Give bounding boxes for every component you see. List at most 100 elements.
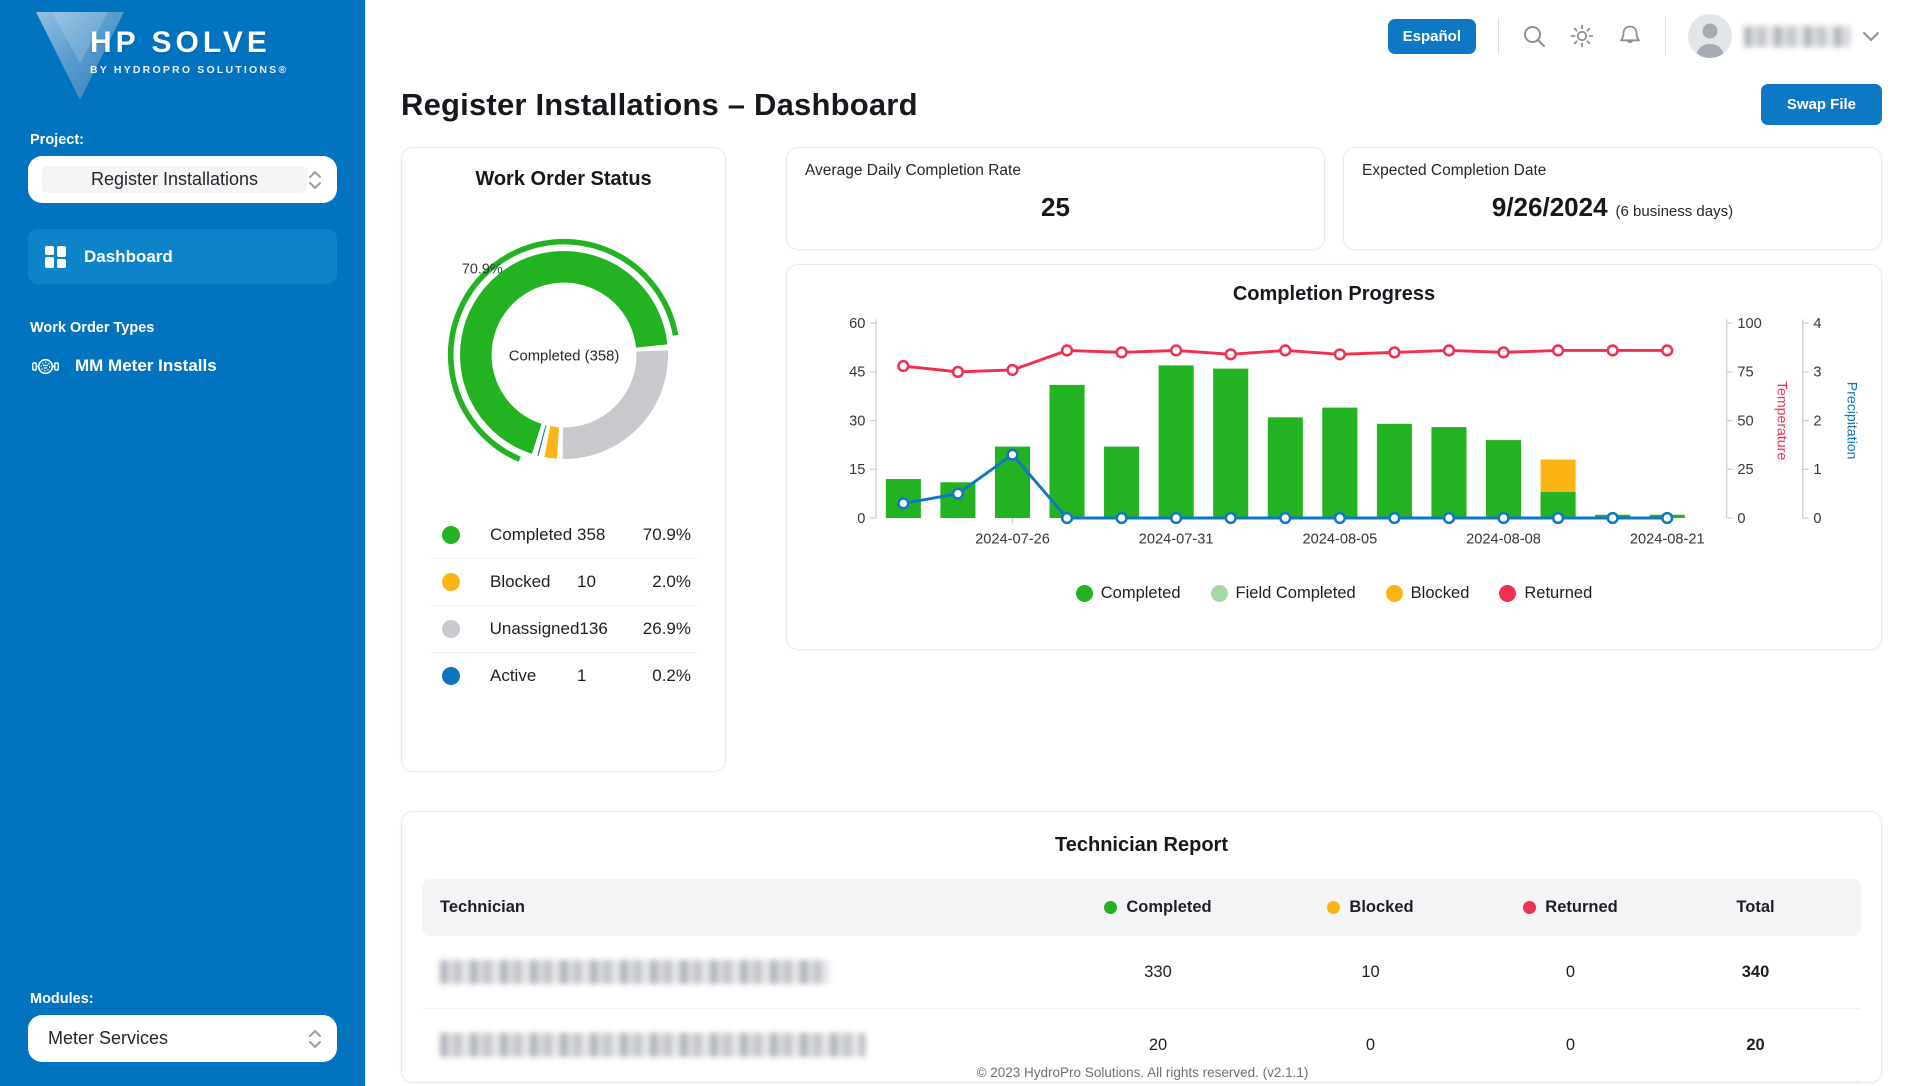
status-legend-row[interactable]: Blocked 10 2.0% bbox=[430, 558, 697, 605]
bar-blocked bbox=[1540, 459, 1576, 493]
page-title: Register Installations – Dashboard bbox=[401, 86, 918, 122]
status-label: Completed bbox=[490, 524, 573, 544]
cell-blocked: 0 bbox=[1365, 1035, 1376, 1054]
search-icon bbox=[1524, 26, 1545, 47]
avg-daily-completion-value: 25 bbox=[1041, 192, 1070, 222]
chart-legend-item[interactable]: Blocked bbox=[1385, 584, 1469, 603]
status-dot-icon bbox=[442, 525, 460, 544]
completion-progress-card: Completion Progress 0 15 30 45 60 2024-07-26 2… bbox=[786, 264, 1882, 650]
cell-completed: 330 bbox=[1144, 962, 1172, 981]
sidebar-item-dashboard[interactable]: Dashboard bbox=[28, 229, 337, 284]
status-legend-row[interactable]: Unassigned 136 26.9% bbox=[430, 605, 697, 652]
avatar bbox=[1688, 14, 1732, 58]
svg-text:4: 4 bbox=[1813, 316, 1821, 332]
expected-completion-label: Expected Completion Date bbox=[1362, 162, 1547, 179]
main-area: Español Register Installations – Dashboa… bbox=[365, 0, 1920, 1086]
legend-dot-icon bbox=[1075, 585, 1093, 602]
status-label: Active bbox=[490, 666, 537, 685]
technician-row[interactable]: 330 10 0 340 bbox=[422, 936, 1861, 1009]
bar-completed bbox=[1267, 417, 1303, 519]
svg-text:2: 2 bbox=[1813, 413, 1821, 429]
expected-completion-value: 9/26/2024 bbox=[1491, 192, 1608, 222]
chart-legend-item[interactable]: Completed bbox=[1075, 584, 1181, 603]
col-total: Total bbox=[1736, 898, 1775, 916]
donut-center-label: Completed (358) bbox=[508, 349, 619, 365]
cell-returned: 0 bbox=[1565, 962, 1576, 981]
logo-subtitle: BY HYDROPRO SOLUTIONS® bbox=[90, 64, 289, 76]
axis-name-temperature: Temperature bbox=[1774, 381, 1790, 460]
dashboard-grid-icon bbox=[45, 245, 66, 268]
status-dot-icon bbox=[442, 573, 460, 591]
cell-total: 340 bbox=[1741, 962, 1770, 981]
search-button[interactable] bbox=[1521, 23, 1547, 49]
cell-returned: 0 bbox=[1565, 1035, 1576, 1054]
select-chevrons-icon bbox=[309, 1029, 321, 1048]
bell-icon bbox=[1620, 25, 1640, 44]
cell-completed: 20 bbox=[1148, 1035, 1168, 1054]
svg-text:0: 0 bbox=[857, 511, 865, 527]
expected-completion-suffix: (6 business days) bbox=[1615, 203, 1734, 220]
status-label: Blocked bbox=[490, 572, 551, 591]
theme-toggle-button[interactable] bbox=[1569, 23, 1595, 49]
logo-title: HP SOLVE bbox=[90, 26, 271, 59]
work-order-status-legend: Completed 358 70.9% Blocked 10 2.0% Unas… bbox=[430, 511, 697, 699]
notifications-button[interactable] bbox=[1617, 23, 1643, 49]
status-percent: 2.0% bbox=[652, 572, 691, 591]
technician-name-redacted bbox=[440, 960, 830, 984]
work-order-status-donut-chart[interactable]: Completed (358) 70.9% bbox=[434, 225, 694, 485]
svg-text:1: 1 bbox=[1813, 462, 1821, 478]
svg-text:0: 0 bbox=[1813, 511, 1821, 527]
svg-text:100: 100 bbox=[1737, 316, 1761, 332]
bar-completed bbox=[1213, 368, 1249, 519]
swap-file-button[interactable]: Swap File bbox=[1760, 84, 1882, 125]
blocked-dot-icon bbox=[1327, 901, 1341, 914]
select-chevrons-icon bbox=[309, 170, 321, 189]
completion-progress-chart[interactable]: 0153045602024-07-26 2024-07-31 2024-08-05 2… bbox=[803, 312, 1865, 574]
modules-label: Modules: bbox=[30, 991, 94, 1007]
technician-table-header: Technician Completed Blocked Returned To… bbox=[422, 879, 1861, 936]
topbar-divider bbox=[1498, 18, 1499, 54]
status-percent: 0.2% bbox=[652, 666, 691, 685]
svg-text:25: 25 bbox=[1737, 462, 1753, 478]
footer-copyright: © 2023 HydroPro Solutions. All rights re… bbox=[976, 1065, 1309, 1080]
col-blocked: Blocked bbox=[1268, 898, 1473, 917]
x-axis-label: 2024-08-21 bbox=[1630, 531, 1705, 547]
status-legend-row[interactable]: Active 1 0.2% bbox=[430, 652, 697, 699]
svg-text:3: 3 bbox=[1813, 365, 1821, 381]
language-button[interactable]: Español bbox=[1387, 18, 1476, 54]
sun-icon bbox=[1570, 24, 1594, 48]
returned-dot-icon bbox=[1523, 901, 1537, 914]
status-count: 10 bbox=[577, 572, 596, 591]
avg-daily-completion-label: Average Daily Completion Rate bbox=[805, 162, 1021, 179]
work-order-status-title: Work Order Status bbox=[475, 168, 652, 190]
status-count: 358 bbox=[577, 524, 606, 544]
modules-select[interactable]: Meter Services bbox=[28, 1015, 337, 1062]
technician-name-redacted bbox=[440, 1033, 865, 1057]
x-axis-label: 2024-07-26 bbox=[975, 531, 1050, 547]
status-count: 136 bbox=[579, 619, 608, 638]
modules-select-value: Meter Services bbox=[48, 1028, 169, 1048]
bar-completed bbox=[1049, 384, 1085, 519]
status-percent: 26.9% bbox=[642, 619, 691, 638]
technician-report-card: Technician Report Technician Completed B… bbox=[401, 811, 1882, 1083]
status-label: Unassigned bbox=[489, 619, 580, 638]
bar-completed bbox=[1376, 423, 1412, 519]
expected-completion-card: Expected Completion Date 9/26/2024 (6 bus… bbox=[1343, 147, 1882, 250]
cell-blocked: 10 bbox=[1361, 962, 1380, 981]
status-dot-icon bbox=[442, 667, 460, 685]
project-label: Project: bbox=[30, 132, 84, 148]
donut-percent-callout: 70.9% bbox=[461, 261, 502, 277]
chart-legend-item[interactable]: Returned bbox=[1499, 584, 1592, 603]
sidebar-item-dashboard-label: Dashboard bbox=[84, 246, 173, 266]
svg-text:75: 75 bbox=[1737, 365, 1753, 381]
sidebar-item-mm-meter-installs[interactable]: MM Meter Installs bbox=[28, 344, 337, 388]
user-menu[interactable] bbox=[1688, 14, 1880, 58]
completion-progress-title: Completion Progress bbox=[1232, 283, 1436, 305]
topbar-divider bbox=[1665, 18, 1666, 54]
svg-text:15: 15 bbox=[849, 462, 865, 478]
legend-dot-icon bbox=[1499, 585, 1517, 602]
hp-solve-logo: HP SOLVE BY HYDROPRO SOLUTIONS® bbox=[28, 10, 337, 110]
chart-legend-item[interactable]: Field Completed bbox=[1210, 584, 1356, 603]
project-select[interactable]: Register Installations bbox=[28, 156, 337, 203]
status-legend-row[interactable]: Completed 358 70.9% bbox=[430, 511, 697, 558]
